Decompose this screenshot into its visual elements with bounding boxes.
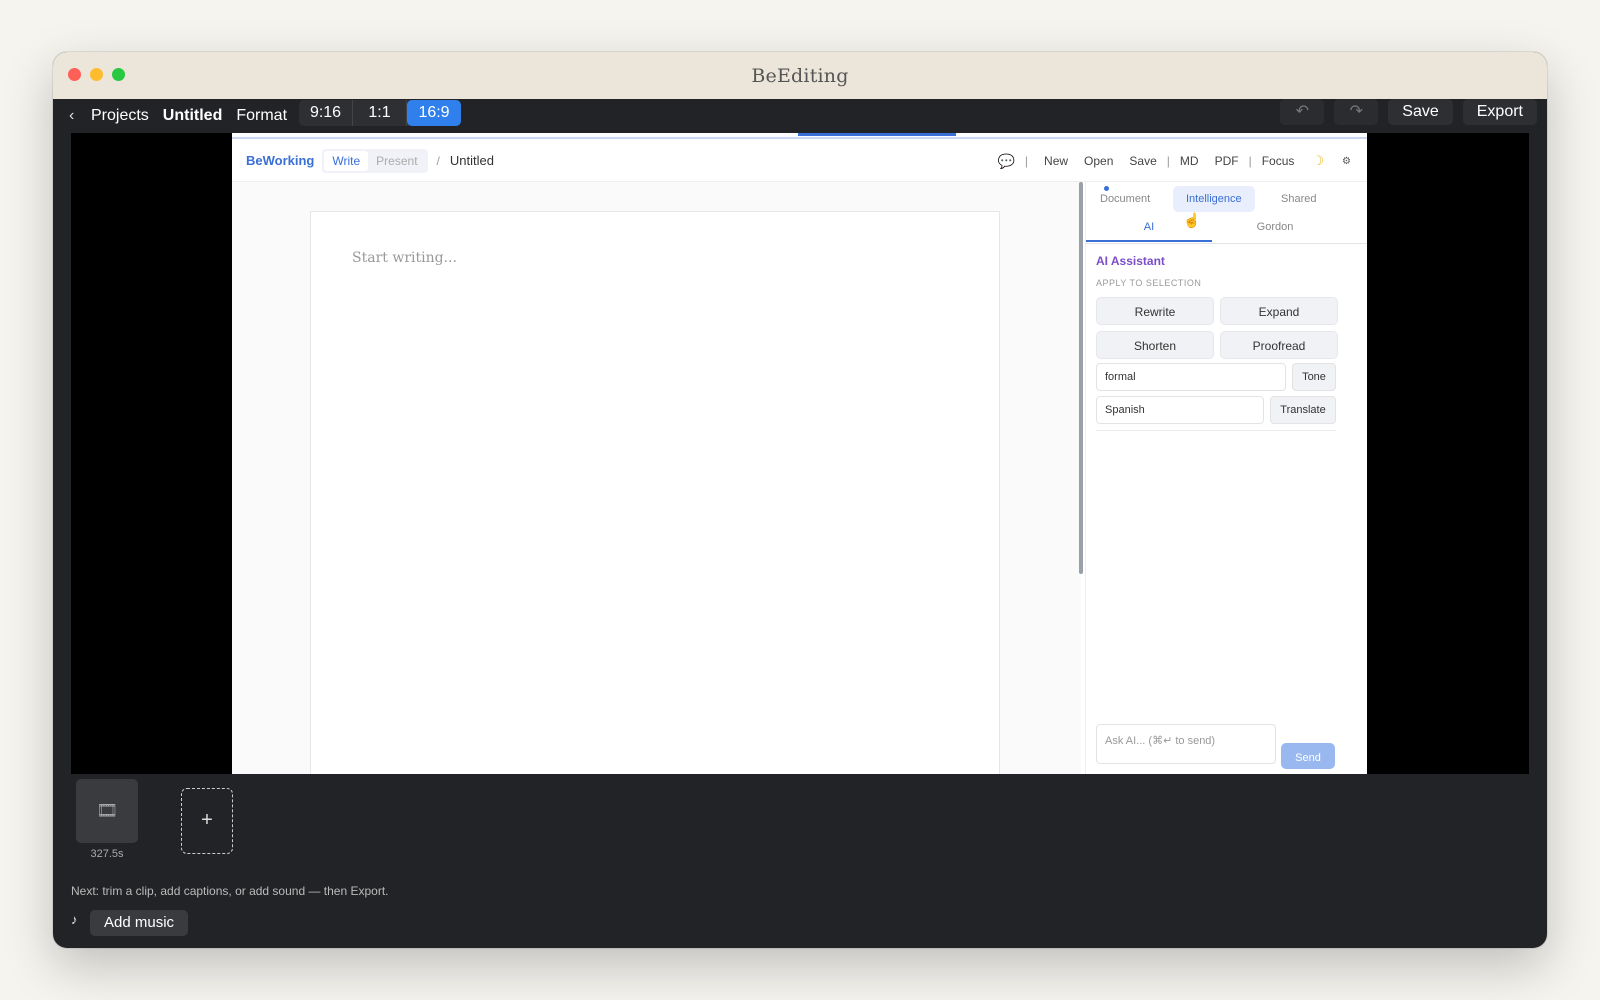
app-header: BeWorking Write Present / Untitled 💬 | N…: [232, 140, 1367, 182]
md-export-button[interactable]: MD: [1180, 154, 1199, 168]
editor-scrollbar[interactable]: [1079, 182, 1083, 574]
film-icon: 🎞: [96, 801, 118, 820]
breadcrumb-separator: /: [436, 153, 440, 168]
pointer-cursor-icon: ☝: [1183, 212, 1201, 228]
plus-icon: +: [201, 809, 213, 831]
mode-write[interactable]: Write: [324, 150, 369, 171]
next-steps-hint: Next: trim a clip, add captions, or add …: [71, 884, 389, 898]
comment-icon[interactable]: 💬: [997, 153, 1014, 170]
ai-assistant-title: AI Assistant: [1096, 254, 1165, 268]
projects-link[interactable]: Projects: [91, 107, 149, 125]
menu-divider: |: [1248, 154, 1252, 168]
translate-row: Spanish Translate: [1096, 396, 1336, 424]
redo-icon[interactable]: ↷: [1334, 99, 1379, 125]
export-button[interactable]: Export: [1462, 99, 1537, 125]
minimize-window-button[interactable]: [90, 68, 103, 81]
sidebar-tabs: Document Intelligence Shared: [1086, 186, 1367, 212]
proofread-button[interactable]: Proofread: [1220, 331, 1338, 359]
loading-bar: [798, 133, 956, 136]
mode-present[interactable]: Present: [368, 151, 425, 171]
translate-button[interactable]: Translate: [1270, 396, 1336, 424]
open-button[interactable]: Open: [1084, 154, 1113, 168]
menu-divider: |: [1024, 154, 1029, 168]
format-option-9-16[interactable]: 9:16: [299, 100, 354, 126]
window-title: BeEditing: [751, 64, 849, 87]
focus-button[interactable]: Focus: [1262, 154, 1295, 168]
timeline: 🎞 327.5s + Next: trim a clip, add captio…: [53, 774, 1547, 948]
apply-to-selection-label: APPLY TO SELECTION: [1096, 278, 1202, 288]
title-bar: BeEditing: [53, 52, 1547, 99]
sidebar-subtabs: AI Gordon: [1086, 214, 1367, 244]
maximize-window-button[interactable]: [112, 68, 125, 81]
brand-logo[interactable]: BeWorking: [246, 153, 314, 168]
subtab-gordon[interactable]: Gordon: [1212, 214, 1338, 240]
tab-intelligence[interactable]: Intelligence: [1173, 186, 1255, 212]
clip-duration: 327.5s: [90, 848, 124, 860]
format-selector: 9:16 1:1 16:9: [299, 100, 462, 126]
format-label: Format: [236, 107, 288, 124]
tone-row: formal Tone: [1096, 363, 1336, 391]
format-option-1-1[interactable]: 1:1: [353, 100, 408, 126]
intelligence-sidebar: Document Intelligence Shared AI Gordon ☝…: [1085, 182, 1367, 774]
video-clip[interactable]: 🎞: [76, 779, 138, 843]
music-note-icon: ♪: [71, 912, 78, 927]
window-controls: [68, 68, 125, 81]
project-name[interactable]: Untitled: [163, 107, 223, 125]
add-music-button[interactable]: Add music: [90, 910, 189, 936]
ai-actions: Rewrite Expand Shorten Proofread: [1096, 297, 1338, 359]
ask-ai-input[interactable]: Ask AI... (⌘↵ to send): [1096, 724, 1276, 764]
menu-divider: |: [1166, 154, 1170, 168]
add-clip-button[interactable]: +: [181, 788, 233, 854]
document-page[interactable]: Start writing...: [310, 211, 1000, 774]
tone-button[interactable]: Tone: [1292, 363, 1336, 391]
moon-icon[interactable]: ☽: [1312, 153, 1324, 169]
document-title[interactable]: Untitled: [450, 153, 494, 168]
close-window-button[interactable]: [68, 68, 81, 81]
video-preview: BeWorking Write Present / Untitled 💬 | N…: [71, 133, 1529, 774]
new-button[interactable]: New: [1044, 154, 1068, 168]
tab-shared[interactable]: Shared: [1281, 186, 1316, 212]
editor-toolbar: ‹ Projects Untitled Format 9:16 1:1 16:9…: [53, 99, 1547, 133]
loading-track: [232, 137, 1367, 139]
language-input[interactable]: Spanish: [1096, 396, 1264, 424]
editor-area: Start writing...: [232, 182, 1081, 774]
save-button[interactable]: Save: [1388, 99, 1453, 125]
app-menu: 💬 | New Open Save | MD PDF | Focus ☽ ⚙: [997, 140, 1351, 182]
back-icon[interactable]: ‹: [69, 107, 87, 125]
unsaved-dot: [1104, 186, 1109, 191]
tone-input[interactable]: formal: [1096, 363, 1286, 391]
expand-button[interactable]: Expand: [1220, 297, 1338, 325]
gear-icon[interactable]: ⚙: [1342, 156, 1351, 167]
shorten-button[interactable]: Shorten: [1096, 331, 1214, 359]
rewrite-button[interactable]: Rewrite: [1096, 297, 1214, 325]
undo-icon[interactable]: ↶: [1280, 99, 1325, 125]
editor-placeholder[interactable]: Start writing...: [352, 250, 457, 266]
sidebar-divider: [1096, 430, 1336, 431]
pdf-export-button[interactable]: PDF: [1215, 154, 1239, 168]
app-window: BeEditing ‹ Projects Untitled Format 9:1…: [53, 52, 1547, 948]
send-button[interactable]: Send: [1281, 743, 1335, 769]
mode-toggle: Write Present: [322, 148, 428, 173]
format-option-16-9[interactable]: 16:9: [407, 100, 462, 126]
app-save-button[interactable]: Save: [1129, 154, 1156, 168]
toolbar-actions: ↶ ↷ Save Export: [1280, 99, 1547, 133]
recorded-app-screen: BeWorking Write Present / Untitled 💬 | N…: [232, 133, 1367, 774]
